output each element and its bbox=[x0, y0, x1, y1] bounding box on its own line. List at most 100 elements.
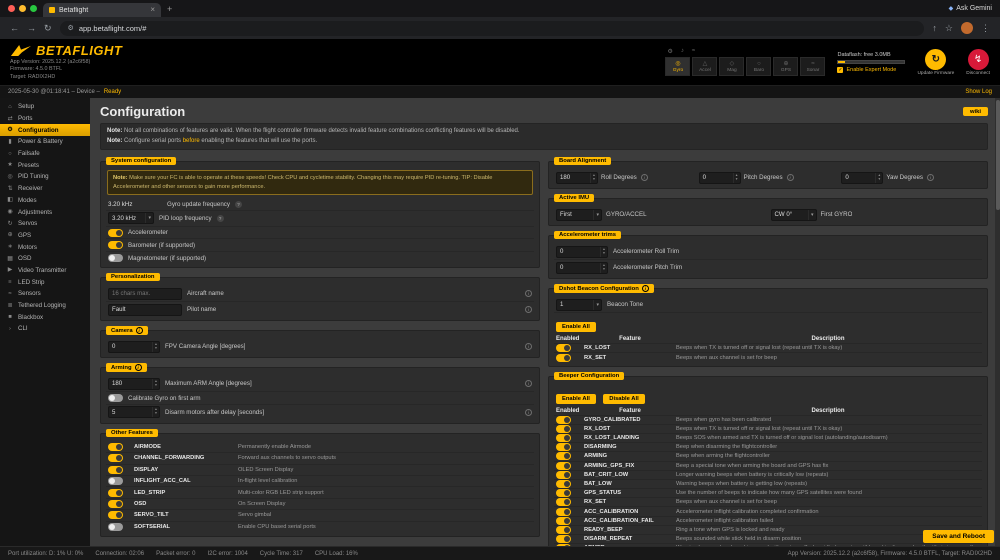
sidebar-item-pid-tuning[interactable]: ◎PID Tuning bbox=[0, 171, 90, 183]
site-settings-icon[interactable] bbox=[68, 24, 74, 32]
toggle-switch[interactable] bbox=[556, 544, 571, 546]
max-arm-angle-input[interactable]: 180 bbox=[108, 378, 160, 390]
address-bar[interactable]: app.betaflight.com/# bbox=[60, 21, 925, 36]
sound-icon[interactable] bbox=[681, 48, 684, 55]
sidebar-item-tethered-logging[interactable]: ≣Tethered Logging bbox=[0, 300, 90, 312]
forward-icon[interactable] bbox=[27, 23, 36, 33]
sidebar-item-modes[interactable]: ◧Modes bbox=[0, 195, 90, 207]
beeper-enable-all-button[interactable]: Enable All bbox=[556, 394, 596, 404]
toggle-switch[interactable] bbox=[556, 452, 571, 460]
fpv-camera-angle-input[interactable]: 0 bbox=[108, 341, 160, 353]
sidebar-item-video-transmitter[interactable]: ▶Video Transmitter bbox=[0, 265, 90, 277]
imu-orientation-select[interactable]: CW 0° bbox=[771, 209, 817, 221]
toggle-switch[interactable] bbox=[556, 354, 571, 362]
toggle-switch[interactable] bbox=[556, 443, 571, 451]
bookmark-icon[interactable] bbox=[945, 23, 953, 34]
stepper-arrows-icon[interactable] bbox=[733, 173, 740, 183]
settings-icon[interactable] bbox=[667, 48, 672, 55]
stepper-arrows-icon[interactable] bbox=[875, 173, 882, 183]
toggle-switch[interactable] bbox=[556, 471, 571, 479]
beacon-tone-select[interactable]: 1 bbox=[556, 299, 602, 311]
craft-name-input[interactable]: 16 chars max. bbox=[108, 288, 182, 300]
close-window-icon[interactable] bbox=[8, 5, 15, 12]
toggle-switch[interactable] bbox=[108, 229, 123, 237]
toggle-switch[interactable] bbox=[556, 480, 571, 488]
back-icon[interactable] bbox=[10, 23, 19, 33]
number-input[interactable]: 0 bbox=[841, 172, 883, 184]
browser-tab[interactable]: Betaflight bbox=[43, 3, 161, 17]
toggle-switch[interactable] bbox=[108, 443, 123, 451]
ask-gemini-button[interactable]: Ask Gemini bbox=[949, 5, 992, 12]
sidebar-item-setup[interactable]: ⌂Setup bbox=[0, 101, 90, 113]
stepper-arrows-icon[interactable] bbox=[152, 379, 159, 389]
toggle-switch[interactable] bbox=[556, 508, 571, 516]
disarm-delay-input[interactable]: 5 bbox=[108, 406, 160, 418]
stepper-arrows-icon[interactable] bbox=[590, 173, 597, 183]
minimize-window-icon[interactable] bbox=[19, 5, 26, 12]
sidebar-item-motors[interactable]: ∗Motors bbox=[0, 241, 90, 253]
sidebar-item-power-battery[interactable]: ▮Power & Battery bbox=[0, 136, 90, 148]
stepper-arrows-icon[interactable] bbox=[600, 247, 607, 257]
update-firmware-icon[interactable] bbox=[925, 49, 946, 70]
beeper-disable-all-button[interactable]: Disable All bbox=[603, 394, 644, 404]
sidebar-item-led-strip[interactable]: ≡LED Strip bbox=[0, 276, 90, 288]
expert-mode-toggle[interactable]: Enable Expert Mode bbox=[837, 67, 905, 73]
toggle-switch[interactable] bbox=[108, 466, 123, 474]
sidebar-item-adjustments[interactable]: ◉Adjustments bbox=[0, 206, 90, 218]
wiki-badge[interactable]: wiki bbox=[963, 107, 988, 116]
sidebar-item-osd[interactable]: ▦OSD bbox=[0, 253, 90, 265]
pid-frequency-select[interactable]: 3.20 kHz bbox=[108, 212, 154, 224]
serial-ports-link[interactable]: before bbox=[183, 138, 200, 144]
sidebar-item-receiver[interactable]: ⇅Receiver bbox=[0, 183, 90, 195]
toggle-switch[interactable] bbox=[556, 526, 571, 534]
sidebar-item-sensors[interactable]: ≈Sensors bbox=[0, 288, 90, 300]
disconnect-button[interactable]: Disconnect bbox=[966, 49, 990, 76]
update-firmware-button[interactable]: Update Firmware bbox=[917, 49, 954, 76]
maximize-window-icon[interactable] bbox=[30, 5, 37, 12]
toggle-switch[interactable] bbox=[556, 517, 571, 525]
scrollbar[interactable] bbox=[995, 98, 1000, 546]
sidebar-item-failsafe[interactable]: ○Failsafe bbox=[0, 148, 90, 160]
profile-avatar[interactable] bbox=[961, 22, 973, 34]
close-tab-icon[interactable] bbox=[150, 6, 155, 14]
toggle-switch[interactable] bbox=[108, 489, 123, 497]
sidebar-item-servos[interactable]: ↻Servos bbox=[0, 218, 90, 230]
toggle-switch[interactable] bbox=[556, 462, 571, 470]
pilot-name-input[interactable]: Fault bbox=[108, 304, 182, 316]
toggle-switch[interactable] bbox=[108, 511, 123, 519]
toggle-switch[interactable] bbox=[108, 454, 123, 462]
toggle-switch[interactable] bbox=[556, 489, 571, 497]
signal-icon[interactable] bbox=[692, 48, 695, 55]
toggle-switch[interactable] bbox=[108, 500, 123, 508]
toggle-switch[interactable] bbox=[108, 254, 123, 262]
toggle-switch[interactable] bbox=[556, 434, 571, 442]
sidebar-item-cli[interactable]: ›CLI bbox=[0, 323, 90, 335]
toggle-switch[interactable] bbox=[556, 416, 571, 424]
stepper-arrows-icon[interactable] bbox=[600, 263, 607, 273]
toggle-switch[interactable] bbox=[108, 477, 123, 485]
dshot-enable-all-button[interactable]: Enable All bbox=[556, 322, 596, 332]
disconnect-icon[interactable] bbox=[968, 49, 989, 70]
save-reboot-button[interactable]: Save and Reboot bbox=[923, 530, 994, 543]
toggle-switch[interactable] bbox=[556, 425, 571, 433]
toggle-switch[interactable] bbox=[108, 523, 123, 531]
sidebar-item-gps[interactable]: ⊕GPS bbox=[0, 230, 90, 242]
toggle-switch[interactable] bbox=[556, 344, 571, 352]
toggle-switch[interactable] bbox=[556, 535, 571, 543]
number-input[interactable]: 0 bbox=[699, 172, 741, 184]
reload-icon[interactable] bbox=[44, 23, 52, 34]
scrollbar-thumb[interactable] bbox=[996, 100, 1000, 210]
calibrate-gyro-toggle[interactable] bbox=[108, 394, 123, 402]
help-icon[interactable] bbox=[235, 201, 242, 208]
number-input[interactable]: 0 bbox=[556, 262, 608, 274]
sidebar-item-ports[interactable]: ⇄Ports bbox=[0, 113, 90, 125]
toggle-switch[interactable] bbox=[108, 241, 123, 249]
sidebar-item-configuration[interactable]: ⚙Configuration bbox=[0, 124, 90, 136]
stepper-arrows-icon[interactable] bbox=[152, 407, 159, 417]
checkbox-checked-icon[interactable] bbox=[837, 67, 843, 73]
imu-first-select[interactable]: First bbox=[556, 209, 602, 221]
share-icon[interactable] bbox=[932, 23, 937, 33]
sidebar-item-presets[interactable]: ★Presets bbox=[0, 159, 90, 171]
number-input[interactable]: 180 bbox=[556, 172, 598, 184]
sidebar-item-blackbox[interactable]: ■Blackbox bbox=[0, 311, 90, 323]
